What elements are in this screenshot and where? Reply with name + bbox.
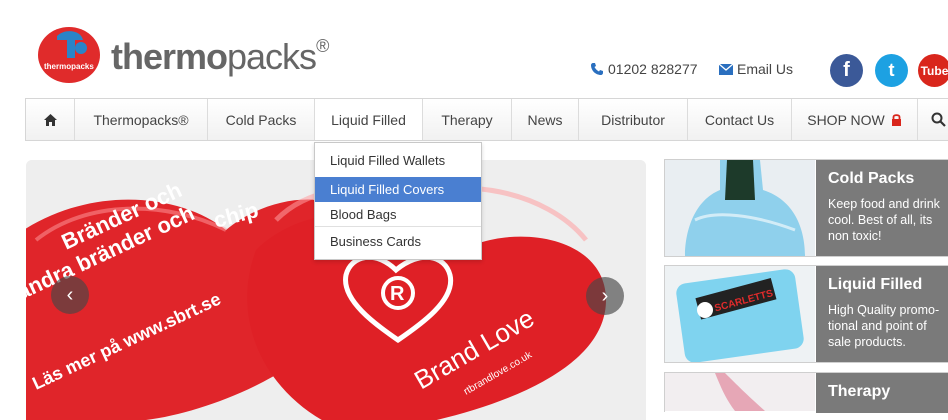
nav-liquid-filled[interactable]: Liquid Filled — [315, 99, 423, 140]
dropdown-item-covers[interactable]: Liquid Filled Covers — [315, 177, 481, 202]
dropdown-item-wallets[interactable]: Liquid Filled Wallets — [315, 148, 481, 173]
brand-light: packs — [227, 36, 317, 77]
shop-now-label: SHOP NOW — [807, 111, 885, 128]
search-icon — [931, 112, 946, 127]
slider-next-button[interactable]: › — [586, 277, 624, 315]
liquid-pack-icon: SCARLETTS — [665, 266, 815, 362]
brand-bold: thermo — [111, 36, 228, 77]
card-cold-packs-body: Cold Packs Keep food and drink cool. Bes… — [816, 160, 948, 256]
card-title: Therapy — [828, 383, 891, 400]
twitter-icon[interactable]: t — [875, 54, 908, 87]
facebook-icon[interactable]: f — [830, 54, 863, 87]
nav-thermopacks[interactable]: Thermopacks® — [75, 99, 208, 140]
logo-text: thermopacks — [44, 62, 94, 71]
logo[interactable]: thermopacks — [37, 24, 101, 84]
email-label: Email Us — [737, 61, 794, 77]
email-link[interactable]: Email Us — [719, 61, 793, 77]
bottle-icon — [665, 160, 815, 256]
dropdown-item-blood-bags[interactable]: Blood Bags — [315, 202, 481, 227]
lock-icon — [891, 114, 901, 126]
nav-cold-packs[interactable]: Cold Packs — [208, 99, 315, 140]
card-text: High Quality promo-tional and point of s… — [828, 303, 940, 349]
brand-registered: ® — [316, 36, 329, 56]
nav-distributor[interactable]: Distributor — [579, 99, 688, 140]
nav-home[interactable] — [26, 99, 75, 140]
card-liquid-filled-image: SCARLETTS — [665, 266, 815, 362]
card-text: Keep food and drink cool. Best of all, i… — [828, 197, 940, 243]
nav-therapy[interactable]: Therapy — [423, 99, 512, 140]
logo-badge-icon — [38, 27, 100, 83]
nav-news[interactable]: News — [512, 99, 579, 140]
liquid-filled-dropdown: Liquid Filled Wallets Liquid Filled Cove… — [314, 142, 482, 260]
card-liquid-filled-body: Liquid Filled High Quality promo-tional … — [816, 266, 948, 362]
youtube-icon[interactable]: Tube — [918, 54, 948, 87]
phone-link[interactable]: 01202 828277 — [590, 61, 698, 77]
phone-number: 01202 828277 — [608, 61, 698, 77]
nav-search[interactable] — [918, 99, 948, 140]
card-cold-packs[interactable]: Cold Packs Keep food and drink cool. Bes… — [664, 159, 948, 257]
card-cold-packs-image — [665, 160, 815, 256]
card-therapy[interactable]: Therapy — [664, 372, 948, 413]
card-therapy-image — [665, 373, 815, 411]
dropdown-item-business-cards[interactable]: Business Cards — [315, 229, 481, 254]
phone-icon — [591, 63, 603, 75]
brand-wordmark: thermopacks® — [111, 36, 329, 78]
card-liquid-filled[interactable]: SCARLETTS Liquid Filled High Quality pro… — [664, 265, 948, 363]
email-icon — [719, 63, 733, 75]
card-title: Cold Packs — [828, 170, 915, 187]
main-navbar: Thermopacks® Cold Packs Liquid Filled Th… — [25, 98, 948, 141]
card-title: Liquid Filled — [828, 276, 923, 293]
slider-logo-letter: R — [390, 283, 405, 305]
home-icon — [43, 113, 57, 126]
nav-contact-us[interactable]: Contact Us — [688, 99, 792, 140]
slider-prev-button[interactable]: ‹ — [51, 276, 89, 314]
therapy-pack-icon — [665, 373, 815, 411]
nav-shop-now[interactable]: SHOP NOW — [792, 99, 918, 140]
card-therapy-body: Therapy — [816, 373, 948, 413]
